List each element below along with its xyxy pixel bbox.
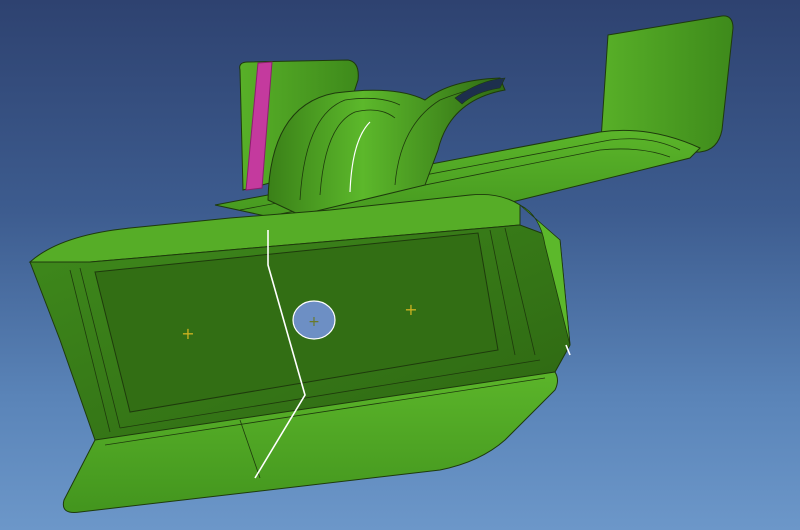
hole-center-marker: + (308, 314, 320, 330)
face-center-marker: + (404, 300, 417, 319)
cad-3d-viewport[interactable]: + + + (0, 0, 800, 530)
sheet-metal-part-model[interactable]: + + + (0, 0, 800, 530)
face-center-marker: + (181, 324, 194, 343)
